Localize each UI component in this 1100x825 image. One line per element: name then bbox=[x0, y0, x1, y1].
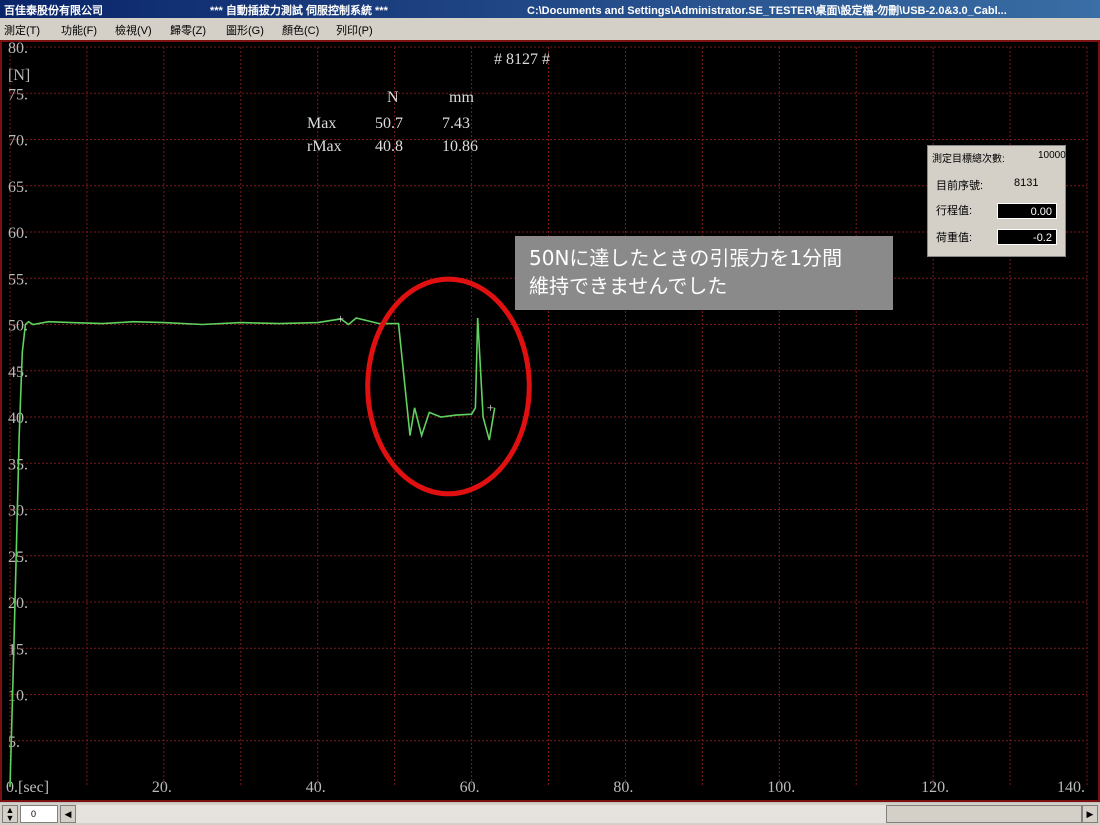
peak-marker: + bbox=[337, 311, 344, 326]
y-tick-label: 20. bbox=[8, 595, 28, 612]
stats-rmax-label: rMax bbox=[307, 138, 342, 155]
test-id: # 8127 # bbox=[494, 51, 550, 68]
load-label: 荷重值: bbox=[936, 232, 973, 244]
y-tick-label: 70. bbox=[8, 133, 28, 150]
app-title: *** 自動插拔力測試 伺服控制系統 *** bbox=[210, 5, 388, 17]
y-tick-label: 55. bbox=[8, 271, 28, 288]
scroll-right-icon[interactable]: ▶ bbox=[1082, 805, 1098, 823]
total-count-label: 測定目標總次數: bbox=[932, 154, 1005, 165]
y-tick-label: 25. bbox=[8, 549, 28, 566]
callout-line-1: 50Nに達したときの引張力を1分間 bbox=[529, 246, 843, 270]
stats-col-mm: mm bbox=[449, 89, 474, 106]
menu-bar: 測定(T) 功能(F) 檢視(V) 歸零(Z) 圖形(G) 顏色(C) 列印(P… bbox=[0, 18, 1100, 40]
scroll-thumb[interactable] bbox=[886, 805, 1082, 823]
stroke-value-display: 0.00 bbox=[997, 203, 1057, 219]
annotation-callout: 50Nに達したときの引張力を1分間 維持できませんでした bbox=[515, 236, 893, 310]
y-tick-label: 75. bbox=[8, 86, 28, 103]
x-tick-label: 60. bbox=[460, 779, 480, 796]
total-count-value: 10000 bbox=[1038, 150, 1066, 161]
sequence-value: 8131 bbox=[1014, 177, 1039, 189]
highlight-ellipse bbox=[365, 276, 532, 497]
force-trace-line bbox=[9, 317, 496, 788]
menu-item-color[interactable]: 顏色(C) bbox=[282, 22, 319, 38]
menu-item-function[interactable]: 功能(F) bbox=[61, 22, 97, 38]
horizontal-scroll-track[interactable] bbox=[76, 805, 886, 823]
menu-item-view[interactable]: 檢視(V) bbox=[115, 22, 152, 38]
stats-max-mm: 7.43 bbox=[442, 115, 470, 132]
y-tick-label: 40. bbox=[8, 410, 28, 427]
x-tick-label: 0.[sec] bbox=[6, 779, 49, 796]
info-panel: 測定目標總次數: 10000 目前序號: 8131 行程值: 0.00 荷重值:… bbox=[927, 145, 1066, 257]
y-tick-label: 80. bbox=[8, 42, 28, 57]
stats-col-n: N bbox=[387, 89, 399, 106]
stats-max-n: 50.7 bbox=[375, 115, 403, 132]
callout-line-2: 維持できませんでした bbox=[529, 274, 728, 298]
file-path: C:\Documents and Settings\Administrator.… bbox=[527, 5, 1007, 17]
status-bar: ▲ ▼ 0 ◀ ▶ bbox=[0, 803, 1100, 825]
stats-rmax-mm: 10.86 bbox=[442, 138, 478, 155]
spin-arrows-icon[interactable]: ▲ ▼ bbox=[2, 805, 18, 823]
position-field[interactable]: 0 bbox=[20, 805, 58, 823]
menu-item-print[interactable]: 列印(P) bbox=[336, 22, 373, 38]
stats-table: N mm Max 50.7 7.43 rMax 40.8 10.86 bbox=[307, 89, 478, 155]
company-name: 百佳泰股份有限公司 bbox=[4, 5, 103, 17]
x-tick-label: 20. bbox=[152, 779, 172, 796]
y-tick-label: 15. bbox=[8, 641, 28, 658]
menu-item-measure[interactable]: 測定(T) bbox=[4, 22, 40, 38]
y-tick-label: 5. bbox=[8, 734, 20, 751]
load-value-display: -0.2 bbox=[997, 229, 1057, 245]
title-bar: 百佳泰股份有限公司 *** 自動插拔力測試 伺服控制系統 *** C:\Docu… bbox=[0, 0, 1100, 18]
y-tick-label: 45. bbox=[8, 364, 28, 381]
menu-item-graph[interactable]: 圖形(G) bbox=[226, 22, 264, 38]
x-tick-label: 40. bbox=[306, 779, 326, 796]
x-tick-label: 120. bbox=[921, 779, 949, 796]
menu-item-zero[interactable]: 歸零(Z) bbox=[170, 22, 206, 38]
scroll-left-icon[interactable]: ◀ bbox=[60, 805, 76, 823]
y-tick-label: 65. bbox=[8, 179, 28, 196]
y-unit-label: [N] bbox=[8, 67, 30, 84]
peak-marker: + bbox=[487, 400, 494, 415]
stats-rmax-n: 40.8 bbox=[375, 138, 403, 155]
y-tick-label: 10. bbox=[8, 688, 28, 705]
sequence-label: 目前序號: bbox=[936, 180, 984, 192]
x-tick-label: 80. bbox=[613, 779, 633, 796]
stroke-label: 行程值: bbox=[936, 205, 973, 217]
y-tick-label: 60. bbox=[8, 225, 28, 242]
x-tick-label: 100. bbox=[767, 779, 795, 796]
stats-max-label: Max bbox=[307, 115, 336, 132]
x-tick-label: 140. bbox=[1057, 779, 1085, 796]
